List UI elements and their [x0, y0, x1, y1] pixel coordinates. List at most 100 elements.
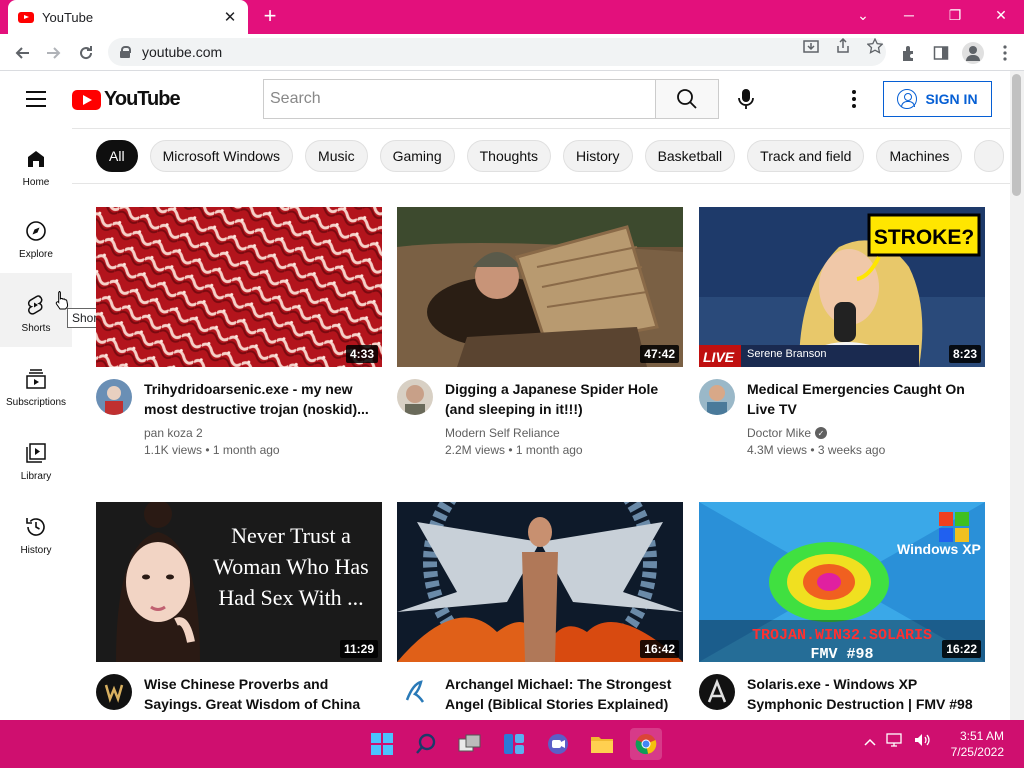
sidebar-item-label: Shorts [21, 323, 51, 334]
video-thumbnail[interactable]: STROKE? LIVE Serene Branson 8:23 [699, 207, 985, 367]
chip-music[interactable]: Music [305, 140, 368, 172]
video-card[interactable]: STROKE? LIVE Serene Branson 8:23 Medical… [699, 207, 985, 457]
settings-more-button[interactable] [842, 83, 866, 115]
forward-button[interactable] [42, 41, 66, 65]
profile-avatar-icon[interactable] [962, 42, 984, 64]
home-icon [28, 151, 44, 167]
side-panel-icon[interactable] [930, 42, 952, 64]
sidebar-item-home[interactable]: Home [0, 127, 72, 199]
channel-name[interactable]: Doctor Mike ✓ [747, 426, 977, 440]
video-title[interactable]: Trihydridoarsenic.exe - my new most dest… [144, 379, 374, 419]
channel-avatar[interactable] [699, 379, 735, 415]
scrollbar-thumb[interactable] [1012, 74, 1021, 196]
video-title[interactable]: Digging a Japanese Spider Hole (and slee… [445, 379, 675, 419]
reload-button[interactable] [74, 41, 98, 65]
channel-avatar[interactable] [96, 379, 132, 415]
sidebar-item-label: Explore [19, 249, 53, 260]
share-icon[interactable] [834, 37, 852, 58]
chip-thoughts[interactable]: Thoughts [466, 140, 551, 172]
taskbar-clock[interactable]: 3:51 AM 7/25/2022 [951, 728, 1004, 760]
sidebar-item-history[interactable]: History [0, 495, 72, 569]
browser-menu-icon[interactable] [994, 42, 1016, 64]
chip-basketball[interactable]: Basketball [644, 140, 736, 172]
channel-avatar[interactable] [699, 674, 735, 710]
channel-avatar[interactable] [397, 674, 433, 710]
video-thumbnail[interactable]: 4:33 [96, 207, 382, 367]
chat-icon [548, 734, 568, 754]
sidebar-item-explore[interactable]: Explore [0, 199, 72, 273]
address-bar[interactable]: youtube.com [108, 38, 886, 66]
video-card[interactable]: 47:42 Digging a Japanese Spider Hole (an… [397, 207, 683, 457]
video-title[interactable]: Medical Emergencies Caught On Live TV [747, 379, 977, 419]
file-explorer-button[interactable] [586, 728, 618, 760]
channel-avatar[interactable] [397, 379, 433, 415]
video-card[interactable]: 4:33 Trihydridoarsenic.exe - my new most… [96, 207, 382, 457]
video-title[interactable]: Archangel Michael: The Strongest Angel (… [445, 674, 675, 714]
sign-in-button[interactable]: SIGN IN [883, 81, 992, 117]
video-card[interactable]: Never Trust a Woman Who Has Had Sex With… [96, 502, 382, 714]
search-input[interactable] [263, 79, 656, 119]
tab-close-icon[interactable]: ✕ [222, 8, 238, 26]
menu-icon[interactable] [26, 91, 46, 107]
chip-gaming[interactable]: Gaming [379, 140, 455, 172]
channel-name[interactable]: Modern Self Reliance [445, 426, 675, 440]
chip-track-and-field[interactable]: Track and field [747, 140, 865, 172]
tab-search-icon[interactable]: ⌄ [840, 0, 886, 30]
system-tray [864, 733, 932, 750]
restore-button[interactable]: ❐ [932, 0, 978, 30]
search-button[interactable] [655, 79, 719, 119]
chip-machines[interactable]: Machines [876, 140, 963, 172]
chip-history[interactable]: History [563, 140, 633, 172]
video-duration: 47:42 [640, 345, 679, 363]
extensions-icon[interactable] [898, 42, 920, 64]
chrome-taskbar-button[interactable] [630, 728, 662, 760]
video-title[interactable]: Solaris.exe - Windows XP Symphonic Destr… [747, 674, 977, 714]
back-button[interactable] [10, 41, 34, 65]
clock-time: 3:51 AM [959, 729, 1004, 743]
chip-microsoft-windows[interactable]: Microsoft Windows [149, 140, 294, 172]
teams-chat-button[interactable] [542, 728, 574, 760]
new-tab-button[interactable]: + [258, 4, 282, 28]
sidebar-item-shorts[interactable]: Shorts [0, 273, 72, 347]
sidebar-item-subscriptions[interactable]: Subscriptions [0, 347, 72, 421]
browser-tab[interactable]: YouTube ✕ [8, 0, 248, 34]
chip-partial[interactable] [974, 140, 1005, 172]
chip-all[interactable]: All [96, 140, 138, 172]
channel-name[interactable]: pan koza 2 [144, 426, 374, 440]
search-icon [416, 733, 436, 754]
sidebar-item-library[interactable]: Library [0, 421, 72, 495]
network-icon[interactable] [886, 733, 904, 750]
video-card[interactable]: Windows XP TROJAN.WIN32.SOLARIS FMV #98 … [699, 502, 985, 714]
video-stats: 2.2M views • 1 month ago [445, 443, 583, 457]
taskbar-search-button[interactable] [410, 728, 442, 760]
thumbnail-name-text: Serene Branson [747, 348, 827, 360]
video-duration: 8:23 [948, 345, 981, 363]
back-arrow-icon [15, 47, 29, 59]
minimize-button[interactable]: ─ [886, 0, 932, 30]
volume-icon[interactable] [914, 733, 932, 750]
thumbnail-live-text: LIVE [703, 349, 735, 365]
chevron-up-icon[interactable] [864, 734, 876, 749]
channel-name-text: Doctor Mike [747, 426, 812, 440]
sidebar-item-label: Home [22, 177, 50, 188]
start-button[interactable] [366, 728, 398, 760]
chrome-icon [635, 734, 657, 755]
video-title[interactable]: Wise Chinese Proverbs and Sayings. Great… [144, 674, 374, 714]
video-card[interactable]: 16:42 Archangel Michael: The Strongest A… [397, 502, 683, 714]
task-view-button[interactable] [454, 728, 486, 760]
voice-search-button[interactable] [728, 81, 764, 117]
sidebar-item-label: History [20, 545, 52, 556]
video-thumbnail[interactable]: 16:42 [397, 502, 683, 662]
youtube-logo[interactable]: YouTube [72, 88, 181, 111]
bookmark-star-icon[interactable] [866, 37, 884, 58]
youtube-header: YouTube SIGN IN [0, 71, 1010, 127]
video-thumbnail[interactable]: Windows XP TROJAN.WIN32.SOLARIS FMV #98 … [699, 502, 985, 662]
widgets-button[interactable] [498, 728, 530, 760]
video-stats: 1.1K views • 1 month ago [144, 443, 280, 457]
close-window-button[interactable]: ✕ [978, 0, 1024, 30]
microphone-icon [738, 89, 754, 109]
video-thumbnail[interactable]: 47:42 [397, 207, 683, 367]
channel-avatar[interactable] [96, 674, 132, 710]
video-thumbnail[interactable]: Never Trust a Woman Who Has Had Sex With… [96, 502, 382, 662]
install-icon[interactable] [802, 38, 820, 58]
